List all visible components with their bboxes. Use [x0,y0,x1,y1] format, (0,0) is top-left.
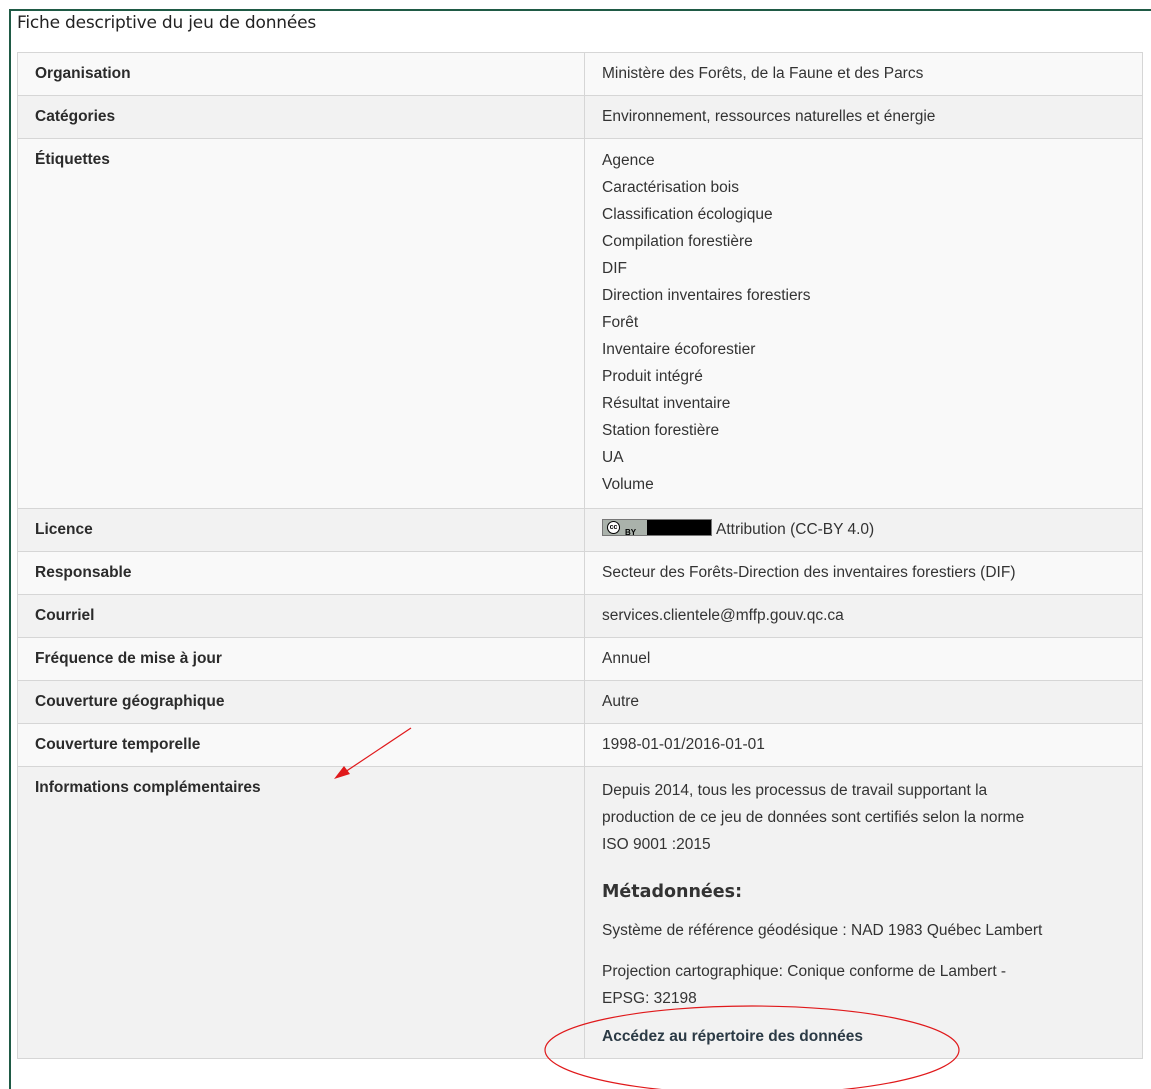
row-value-licence: cc BY Attribution (CC-BY 4.0) [584,508,1143,552]
row-value-couverture-geo: Autre [584,680,1143,724]
row-label-categories: Catégories [17,95,585,139]
table-row: Courriel services.clientele@mffp.gouv.qc… [17,594,1143,638]
infos-line: production de ce jeu de données sont cer… [602,809,1025,826]
row-label-responsable: Responsable [17,551,585,595]
row-label-infos: Informations complémentaires [17,766,585,1059]
metadata-heading: Métadonnées: [602,882,743,902]
table-row: Couverture temporelle 1998-01-01/2016-01… [17,723,1143,767]
table-row: Licence cc BY Attribution (CC-BY 4.0) [17,508,1143,552]
metadata-projection-line: Projection cartographique: Conique confo… [602,963,1007,980]
table-row: Couverture géographique Autre [17,680,1143,724]
row-value-responsable: Secteur des Forêts-Direction des inventa… [584,551,1143,595]
table-row: Étiquettes Agence Caractérisation bois Cla… [17,138,1143,509]
tag-item[interactable]: UA [602,444,1132,471]
tag-item[interactable]: Forêt [602,309,1132,336]
tag-item[interactable]: Compilation forestière [602,228,1132,255]
row-value-courriel: services.clientele@mffp.gouv.qc.ca [584,594,1143,638]
tag-item[interactable]: Caractérisation bois [602,174,1132,201]
tag-item[interactable]: Volume [602,471,1132,498]
row-value-frequence: Annuel [584,637,1143,681]
row-value-organisation: Ministère des Forêts, de la Faune et des… [584,52,1143,96]
infos-line: ISO 9001 :2015 [602,836,711,853]
row-label-courriel: Courriel [17,594,585,638]
licence-text: Attribution (CC-BY 4.0) [716,521,875,538]
table-row: Catégories Environnement, ressources nat… [17,95,1143,139]
tag-item[interactable]: Classification écologique [602,201,1132,228]
table-row: Responsable Secteur des Forêts-Direction… [17,551,1143,595]
row-label-couverture-geo: Couverture géographique [17,680,585,724]
tag-item[interactable]: Produit intégré [602,363,1132,390]
tag-item[interactable]: Résultat inventaire [602,390,1132,417]
tag-item[interactable]: Agence [602,147,1132,174]
table-row: Informations complémentaires Depuis 2014… [17,766,1143,1059]
tag-item[interactable]: DIF [602,255,1132,282]
panel-title: Fiche descriptive du jeu de données [17,13,317,33]
table-row: Fréquence de mise à jour Annuel [17,637,1143,681]
table-row: Organisation Ministère des Forêts, de la… [17,52,1143,96]
tag-item[interactable]: Direction inventaires forestiers [602,282,1132,309]
row-label-licence: Licence [17,508,585,552]
metadata-table: Organisation Ministère des Forêts, de la… [17,52,1143,1059]
cc-by-badge-icon[interactable]: cc BY [602,519,712,537]
row-label-couverture-temp: Couverture temporelle [17,723,585,767]
tag-item[interactable]: Inventaire écoforestier [602,336,1132,363]
row-label-etiquettes: Étiquettes [17,138,585,509]
row-label-frequence: Fréquence de mise à jour [17,637,585,681]
metadata-projection: Projection cartographique: Conique confo… [602,958,1132,1012]
row-value-categories: Environnement, ressources naturelles et … [584,95,1143,139]
row-value-etiquettes: Agence Caractérisation bois Classification… [584,138,1143,509]
tags-list: Agence Caractérisation bois Classification… [602,147,1132,498]
infos-paragraph: Depuis 2014, tous les processus de trava… [602,777,1132,858]
row-value-couverture-temp: 1998-01-01/2016-01-01 [584,723,1143,767]
metadata-geodesic: Système de référence géodésique : NAD 19… [602,922,1043,939]
infos-line: Depuis 2014, tous les processus de trava… [602,782,988,799]
row-value-infos: Depuis 2014, tous les processus de trava… [584,766,1143,1059]
tag-item[interactable]: Station forestière [602,417,1132,444]
access-data-link[interactable]: Accédez au répertoire des données [602,1026,863,1048]
row-label-organisation: Organisation [17,52,585,96]
metadata-projection-line: EPSG: 32198 [602,990,697,1007]
